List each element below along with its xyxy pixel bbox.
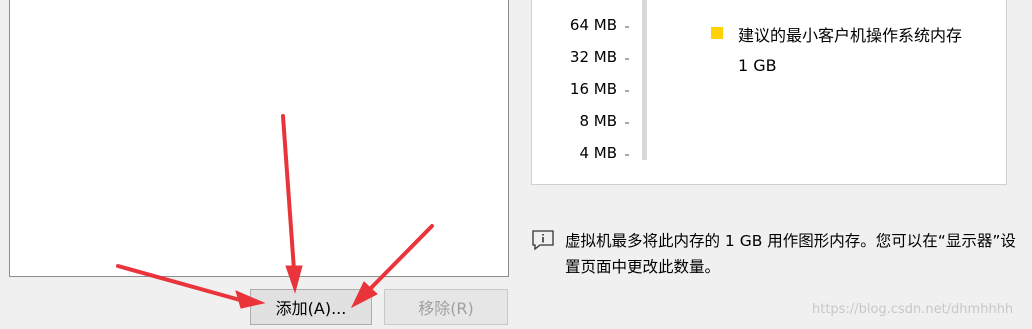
info-speech-bubble-icon [532, 230, 554, 251]
memory-scale-label: 16 MB [569, 80, 617, 98]
scale-tick [625, 90, 629, 92]
memory-slider-track[interactable] [642, 0, 647, 160]
memory-scale-label: 4 MB [579, 144, 617, 162]
hardware-list-panel[interactable] [9, 0, 509, 277]
legend-value: 1 GB [738, 56, 777, 75]
legend-swatch-icon [711, 27, 723, 39]
scale-tick [625, 26, 629, 28]
remove-button: 移除(R) [384, 289, 508, 325]
add-button[interactable]: 添加(A)... [250, 289, 372, 325]
memory-scale-label: 64 MB [569, 16, 617, 34]
scale-tick [625, 122, 629, 124]
memory-scale-label: 8 MB [579, 112, 617, 130]
scale-tick [625, 154, 629, 156]
legend-label: 建议的最小客户机操作系统内存 [738, 26, 963, 45]
watermark-text: https://blog.csdn.net/dhmhhhh [812, 302, 1014, 317]
scale-tick [625, 58, 629, 60]
graphics-memory-info: 虚拟机最多将此内存的 1 GB 用作图形内存。您可以在“显示器”设置页面中更改此… [565, 232, 1016, 276]
memory-scale-label: 32 MB [569, 48, 617, 66]
